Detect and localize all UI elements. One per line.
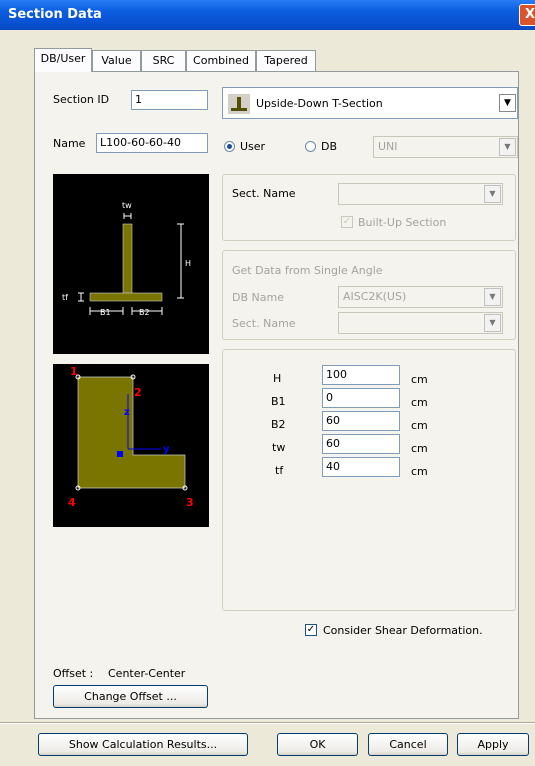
angle-sect-name-select[interactable]: ▼ — [338, 312, 503, 334]
dim-b2-input[interactable]: 60 — [322, 411, 400, 431]
tab-src[interactable]: SRC — [141, 50, 186, 71]
section-type-combo[interactable]: Upside-Down T-Section ▼ — [222, 87, 518, 119]
chevron-down-icon[interactable]: ▼ — [499, 138, 516, 156]
angle-sect-name-label: Sect. Name — [232, 317, 296, 330]
dim-tw-input[interactable]: 60 — [322, 434, 400, 454]
section-diagram: tw H tf B1 B2 — [53, 174, 209, 354]
tab-combined[interactable]: Combined — [186, 50, 256, 71]
dim-h-input[interactable]: 100 — [322, 365, 400, 385]
dim-b1-unit: cm — [411, 396, 428, 409]
t-section-drawing: tw H tf B1 B2 — [62, 201, 191, 317]
apply-button[interactable]: Apply — [457, 733, 529, 756]
shear-checkbox[interactable]: ✓ — [305, 624, 317, 636]
dim-tf-label: tf — [275, 464, 284, 477]
dim-h-unit: cm — [411, 373, 428, 386]
b2-label: B2 — [139, 308, 150, 317]
offset-label: Offset : — [53, 667, 94, 680]
single-angle-title: Get Data from Single Angle — [232, 264, 383, 277]
b1-label: B1 — [100, 308, 111, 317]
h-label: H — [185, 259, 191, 268]
db-select-value: UNI — [378, 140, 398, 153]
dim-h-label: H — [273, 372, 282, 385]
built-up-checkbox[interactable]: ✓ — [341, 216, 353, 228]
shear-label: Consider Shear Deformation. — [323, 624, 483, 637]
y-axis-label: y — [163, 444, 170, 455]
close-icon[interactable]: X — [519, 4, 535, 26]
name-label: Name — [53, 137, 86, 150]
window-title: Section Data — [8, 7, 102, 22]
z-axis-label: z — [124, 407, 130, 418]
db-radio[interactable] — [305, 141, 316, 152]
chevron-down-icon[interactable]: ▼ — [484, 314, 501, 332]
ok-button[interactable]: OK — [277, 733, 358, 756]
dim-b1-input[interactable]: 0 — [322, 388, 400, 408]
db-radio-label: DB — [321, 140, 338, 153]
section-data-dialog: Section Data X DB/User Value SRC Combine… — [0, 0, 535, 766]
footer-separator — [0, 722, 535, 724]
tab-db-user[interactable]: DB/User — [34, 48, 92, 72]
offset-value: Center-Center — [108, 667, 186, 680]
tf-label: tf — [62, 293, 68, 302]
chevron-down-icon[interactable]: ▼ — [484, 288, 501, 306]
sect-name-select[interactable]: ▼ — [338, 183, 503, 205]
cancel-button[interactable]: Cancel — [368, 733, 448, 756]
db-name-value: AISC2K(US) — [343, 290, 407, 303]
corner-4-label: 4 — [68, 496, 76, 509]
section-id-input[interactable]: 1 — [131, 90, 208, 110]
db-name-select[interactable]: AISC2K(US) ▼ — [338, 286, 503, 308]
corner-2-label: 2 — [134, 386, 142, 399]
corner-1-label: 1 — [70, 365, 78, 378]
dim-tf-unit: cm — [411, 465, 428, 478]
section-preview: z y 1 2 3 4 — [53, 364, 209, 527]
tab-value[interactable]: Value — [92, 50, 141, 71]
dim-b1-label: B1 — [271, 395, 286, 408]
chevron-down-icon[interactable]: ▼ — [499, 94, 516, 112]
chevron-down-icon[interactable]: ▼ — [484, 185, 501, 203]
name-input[interactable]: L100-60-60-40 — [96, 133, 208, 153]
db-name-label: DB Name — [232, 291, 284, 304]
sect-name-label: Sect. Name — [232, 187, 296, 200]
user-radio[interactable] — [224, 141, 235, 152]
show-calculation-results-button[interactable]: Show Calculation Results... — [38, 733, 248, 756]
db-select[interactable]: UNI ▼ — [373, 136, 518, 158]
inverted-t-shape-icon — [228, 94, 250, 114]
dim-tw-label: tw — [272, 441, 286, 454]
corner-3-label: 3 — [186, 496, 194, 509]
dim-b2-unit: cm — [411, 419, 428, 432]
user-radio-label: User — [240, 140, 266, 153]
section-type-value: Upside-Down T-Section — [256, 97, 383, 110]
dim-tw-unit: cm — [411, 442, 428, 455]
built-up-label: Built-Up Section — [358, 216, 447, 229]
tab-tapered[interactable]: Tapered — [256, 50, 316, 71]
l-section-drawing: z y 1 2 3 4 — [68, 365, 194, 509]
title-bar: Section Data X — [0, 0, 535, 30]
section-id-label: Section ID — [53, 93, 110, 106]
tw-label: tw — [122, 201, 132, 210]
dim-tf-input[interactable]: 40 — [322, 457, 400, 477]
change-offset-button[interactable]: Change Offset ... — [53, 685, 208, 708]
dim-b2-label: B2 — [271, 418, 286, 431]
